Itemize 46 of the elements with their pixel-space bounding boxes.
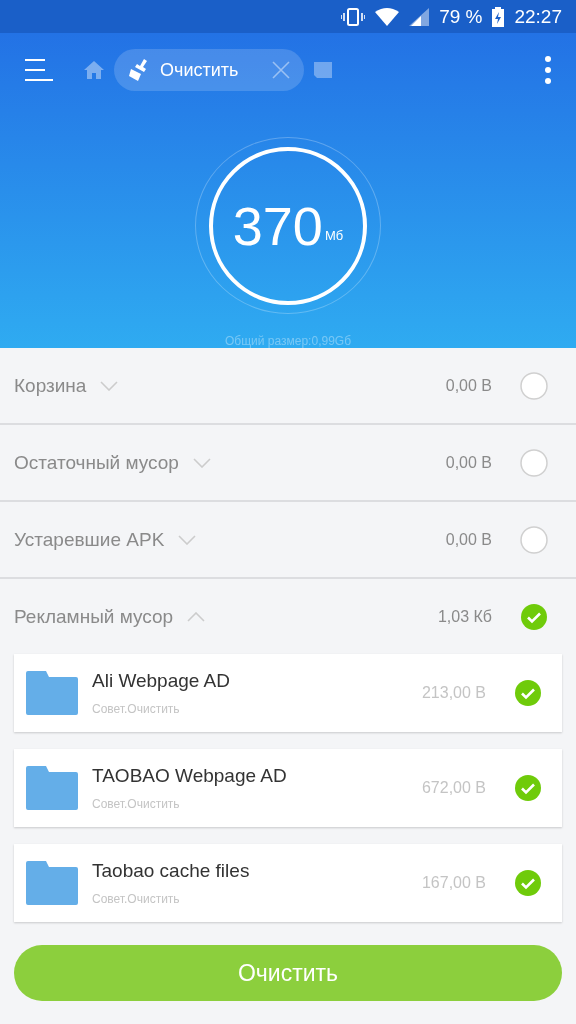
signal-icon [409,7,430,26]
total-size: Общий размер:0,99Gб [225,334,351,348]
checkbox[interactable] [520,448,548,477]
clock-text: 22:27 [514,5,562,28]
category-row[interactable]: Рекламный мусор 1,03 Кб [0,579,576,654]
vibrate-icon [341,7,366,26]
chevron-down-icon[interactable] [178,534,197,545]
item-size: 672,00 B [421,779,486,797]
folder-icon [26,766,78,810]
item-hint: Совет.Очистить [92,892,181,906]
category-row[interactable]: Остаточный мусор 0,00 B [0,425,576,502]
item-name: Ali Webpage AD [92,670,230,692]
category-row[interactable]: Устаревшие APK 0,00 B [0,502,576,579]
junk-item-card[interactable]: TAOBAO Webpage AD Совет.Очистить 672,00 B [14,749,562,827]
item-size: 213,00 B [421,684,486,702]
battery-icon [492,6,505,27]
menu-icon[interactable] [24,58,54,83]
item-hint: Совет.Очистить [92,797,181,811]
junk-item-card[interactable]: Taobao cache files Совет.Очистить 167,00 B [14,844,562,922]
item-name: Taobao cache files [92,860,250,882]
junk-item-card[interactable]: Ali Webpage AD Совет.Очистить 213,00 B [14,654,562,732]
close-icon[interactable] [272,61,291,80]
home-icon[interactable] [84,61,104,80]
clean-button[interactable]: Очистить [14,945,562,1001]
more-icon[interactable] [544,55,552,86]
checkbox[interactable] [520,371,548,400]
item-size: 167,00 B [421,874,486,892]
checkbox[interactable] [514,774,542,802]
checkbox[interactable] [514,869,542,897]
item-hint: Совет.Очистить [92,702,181,716]
chevron-down-icon[interactable] [100,380,119,391]
checkbox[interactable] [520,602,548,631]
clean-tab[interactable]: Очистить [114,49,305,92]
sd-card-icon[interactable] [314,62,333,79]
folder-icon [26,671,78,715]
chevron-down-icon[interactable] [192,457,211,468]
battery-text: 79 % [439,5,483,28]
wifi-icon [375,7,400,26]
chevron-up-icon[interactable] [187,611,206,622]
size-unit: Мб [324,227,344,243]
checkbox[interactable] [520,525,548,554]
junk-size: 370 [232,194,323,257]
category-row[interactable]: Корзина 0,00 B [0,348,576,425]
checkbox[interactable] [514,679,542,707]
folder-icon [26,861,78,905]
item-name: TAOBAO Webpage AD [92,765,287,787]
